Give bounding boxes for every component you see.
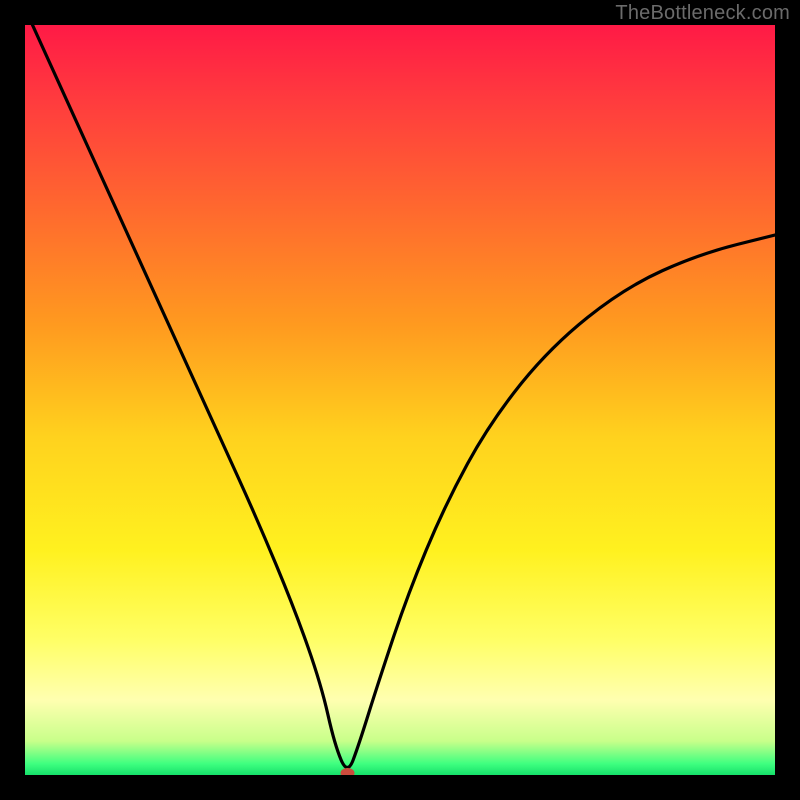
attribution-label: TheBottleneck.com bbox=[615, 2, 790, 25]
plot-area bbox=[25, 25, 775, 775]
bottleneck-chart bbox=[25, 25, 775, 775]
gradient-background bbox=[25, 25, 775, 775]
chart-frame: TheBottleneck.com bbox=[0, 0, 800, 800]
